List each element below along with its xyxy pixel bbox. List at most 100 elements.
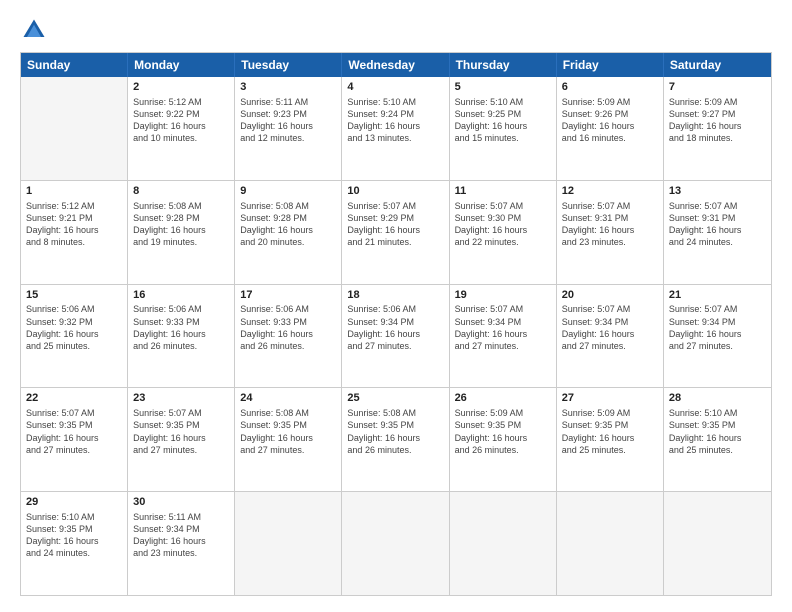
- day-number: 5: [455, 80, 551, 95]
- day-info: Sunrise: 5:09 AM Sunset: 9:35 PM Dayligh…: [455, 407, 551, 456]
- logo: [20, 16, 52, 44]
- day-cell-5: 5Sunrise: 5:10 AM Sunset: 9:25 PM Daylig…: [450, 77, 557, 180]
- day-cell-25: 25Sunrise: 5:08 AM Sunset: 9:35 PM Dayli…: [342, 388, 449, 491]
- day-info: Sunrise: 5:07 AM Sunset: 9:30 PM Dayligh…: [455, 200, 551, 249]
- day-number: 9: [240, 184, 336, 199]
- day-number: 13: [669, 184, 766, 199]
- day-cell-13: 13Sunrise: 5:07 AM Sunset: 9:31 PM Dayli…: [664, 181, 771, 284]
- day-info: Sunrise: 5:11 AM Sunset: 9:34 PM Dayligh…: [133, 511, 229, 560]
- day-cell-22: 22Sunrise: 5:07 AM Sunset: 9:35 PM Dayli…: [21, 388, 128, 491]
- day-cell-18: 18Sunrise: 5:06 AM Sunset: 9:34 PM Dayli…: [342, 285, 449, 388]
- day-info: Sunrise: 5:08 AM Sunset: 9:28 PM Dayligh…: [240, 200, 336, 249]
- header-day-sunday: Sunday: [21, 53, 128, 77]
- day-number: 4: [347, 80, 443, 95]
- day-number: 30: [133, 495, 229, 510]
- day-cell-27: 27Sunrise: 5:09 AM Sunset: 9:35 PM Dayli…: [557, 388, 664, 491]
- day-info: Sunrise: 5:09 AM Sunset: 9:35 PM Dayligh…: [562, 407, 658, 456]
- day-info: Sunrise: 5:06 AM Sunset: 9:33 PM Dayligh…: [240, 303, 336, 352]
- calendar-header: SundayMondayTuesdayWednesdayThursdayFrid…: [21, 53, 771, 77]
- day-info: Sunrise: 5:11 AM Sunset: 9:23 PM Dayligh…: [240, 96, 336, 145]
- day-number: 27: [562, 391, 658, 406]
- day-info: Sunrise: 5:07 AM Sunset: 9:34 PM Dayligh…: [669, 303, 766, 352]
- day-cell-30: 30Sunrise: 5:11 AM Sunset: 9:34 PM Dayli…: [128, 492, 235, 595]
- day-info: Sunrise: 5:07 AM Sunset: 9:35 PM Dayligh…: [133, 407, 229, 456]
- logo-icon: [20, 16, 48, 44]
- day-info: Sunrise: 5:12 AM Sunset: 9:22 PM Dayligh…: [133, 96, 229, 145]
- day-cell-9: 9Sunrise: 5:08 AM Sunset: 9:28 PM Daylig…: [235, 181, 342, 284]
- day-cell-2: 2Sunrise: 5:12 AM Sunset: 9:22 PM Daylig…: [128, 77, 235, 180]
- calendar: SundayMondayTuesdayWednesdayThursdayFrid…: [20, 52, 772, 596]
- day-info: Sunrise: 5:06 AM Sunset: 9:34 PM Dayligh…: [347, 303, 443, 352]
- day-number: 19: [455, 288, 551, 303]
- day-number: 20: [562, 288, 658, 303]
- day-cell-29: 29Sunrise: 5:10 AM Sunset: 9:35 PM Dayli…: [21, 492, 128, 595]
- day-number: 8: [133, 184, 229, 199]
- calendar-row-2: 15Sunrise: 5:06 AM Sunset: 9:32 PM Dayli…: [21, 284, 771, 388]
- day-info: Sunrise: 5:08 AM Sunset: 9:35 PM Dayligh…: [347, 407, 443, 456]
- empty-cell-4-2: [235, 492, 342, 595]
- day-number: 11: [455, 184, 551, 199]
- day-cell-11: 11Sunrise: 5:07 AM Sunset: 9:30 PM Dayli…: [450, 181, 557, 284]
- day-cell-4: 4Sunrise: 5:10 AM Sunset: 9:24 PM Daylig…: [342, 77, 449, 180]
- day-info: Sunrise: 5:10 AM Sunset: 9:35 PM Dayligh…: [26, 511, 122, 560]
- day-cell-17: 17Sunrise: 5:06 AM Sunset: 9:33 PM Dayli…: [235, 285, 342, 388]
- day-cell-16: 16Sunrise: 5:06 AM Sunset: 9:33 PM Dayli…: [128, 285, 235, 388]
- calendar-row-3: 22 Sunrise: 5:07 AM Sunset: 9:35 PM Dayli…: [21, 387, 771, 491]
- day-cell-19: 19Sunrise: 5:07 AM Sunset: 9:34 PM Dayli…: [450, 285, 557, 388]
- empty-cell-0-0: [21, 77, 128, 180]
- day-cell-8: 8Sunrise: 5:08 AM Sunset: 9:28 PM Daylig…: [128, 181, 235, 284]
- day-number: 25: [347, 391, 443, 406]
- day-cell-7: 7Sunrise: 5:09 AM Sunset: 9:27 PM Daylig…: [664, 77, 771, 180]
- empty-cell-4-5: [557, 492, 664, 595]
- day-info: Sunrise: 5:12 AM Sunset: 9:21 PM Dayligh…: [26, 200, 122, 249]
- page: SundayMondayTuesdayWednesdayThursdayFrid…: [0, 0, 792, 612]
- day-info: Sunrise: 5:07 AM Sunset: 9:29 PM Dayligh…: [347, 200, 443, 249]
- calendar-row-4: 29Sunrise: 5:10 AM Sunset: 9:35 PM Dayli…: [21, 491, 771, 595]
- day-number: 22: [26, 391, 122, 406]
- day-info: Sunrise: 5:06 AM Sunset: 9:32 PM Dayligh…: [26, 303, 122, 352]
- day-cell-28: 28Sunrise: 5:10 AM Sunset: 9:35 PM Dayli…: [664, 388, 771, 491]
- day-cell-3: 3Sunrise: 5:11 AM Sunset: 9:23 PM Daylig…: [235, 77, 342, 180]
- day-number: 29: [26, 495, 122, 510]
- day-cell-24: 24Sunrise: 5:08 AM Sunset: 9:35 PM Dayli…: [235, 388, 342, 491]
- day-info: Sunrise: 5:07 AM Sunset: 9:31 PM Dayligh…: [562, 200, 658, 249]
- day-number: 17: [240, 288, 336, 303]
- day-number: 24: [240, 391, 336, 406]
- day-cell-15: 15Sunrise: 5:06 AM Sunset: 9:32 PM Dayli…: [21, 285, 128, 388]
- day-info: Sunrise: 5:07 AM Sunset: 9:34 PM Dayligh…: [562, 303, 658, 352]
- day-number: 26: [455, 391, 551, 406]
- day-number: 21: [669, 288, 766, 303]
- day-cell-21: 21Sunrise: 5:07 AM Sunset: 9:34 PM Dayli…: [664, 285, 771, 388]
- day-number: 2: [133, 80, 229, 95]
- header-day-friday: Friday: [557, 53, 664, 77]
- day-number: 7: [669, 80, 766, 95]
- calendar-body: 2Sunrise: 5:12 AM Sunset: 9:22 PM Daylig…: [21, 77, 771, 595]
- day-info: Sunrise: 5:09 AM Sunset: 9:27 PM Dayligh…: [669, 96, 766, 145]
- day-cell-20: 20Sunrise: 5:07 AM Sunset: 9:34 PM Dayli…: [557, 285, 664, 388]
- empty-cell-4-3: [342, 492, 449, 595]
- header-day-thursday: Thursday: [450, 53, 557, 77]
- calendar-row-0: 2Sunrise: 5:12 AM Sunset: 9:22 PM Daylig…: [21, 77, 771, 180]
- day-number: 16: [133, 288, 229, 303]
- header-day-tuesday: Tuesday: [235, 53, 342, 77]
- day-info: Sunrise: 5:07 AM Sunset: 9:34 PM Dayligh…: [455, 303, 551, 352]
- day-number: 6: [562, 80, 658, 95]
- day-cell-23: 23Sunrise: 5:07 AM Sunset: 9:35 PM Dayli…: [128, 388, 235, 491]
- day-cell-10: 10Sunrise: 5:07 AM Sunset: 9:29 PM Dayli…: [342, 181, 449, 284]
- day-number: 12: [562, 184, 658, 199]
- empty-cell-4-4: [450, 492, 557, 595]
- day-info: Sunrise: 5:08 AM Sunset: 9:28 PM Dayligh…: [133, 200, 229, 249]
- day-number: 28: [669, 391, 766, 406]
- day-info: Sunrise: 5:10 AM Sunset: 9:25 PM Dayligh…: [455, 96, 551, 145]
- day-info: Sunrise: 5:10 AM Sunset: 9:35 PM Dayligh…: [669, 407, 766, 456]
- day-info: Sunrise: 5:10 AM Sunset: 9:24 PM Dayligh…: [347, 96, 443, 145]
- day-cell-6: 6Sunrise: 5:09 AM Sunset: 9:26 PM Daylig…: [557, 77, 664, 180]
- header-day-wednesday: Wednesday: [342, 53, 449, 77]
- header-day-monday: Monday: [128, 53, 235, 77]
- day-info: Sunrise: 5:07 AM Sunset: 9:31 PM Dayligh…: [669, 200, 766, 249]
- day-info: Sunrise: 5:09 AM Sunset: 9:26 PM Dayligh…: [562, 96, 658, 145]
- header: [20, 16, 772, 44]
- day-info: Sunrise: 5:06 AM Sunset: 9:33 PM Dayligh…: [133, 303, 229, 352]
- day-info: Sunrise: 5:08 AM Sunset: 9:35 PM Dayligh…: [240, 407, 336, 456]
- day-cell-1: 1Sunrise: 5:12 AM Sunset: 9:21 PM Daylig…: [21, 181, 128, 284]
